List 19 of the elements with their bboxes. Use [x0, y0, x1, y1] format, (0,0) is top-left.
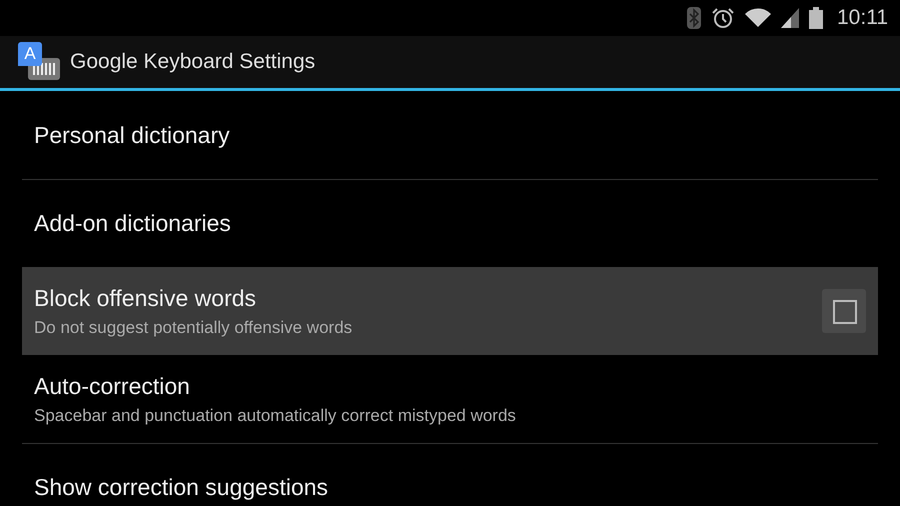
clock-time: 10:11 — [837, 6, 888, 30]
setting-title: Add-on dictionaries — [34, 210, 232, 237]
settings-item[interactable]: Auto-correction Spacebar and punctuation automatically correct mistyped words — [22, 355, 878, 443]
alarm-clock-icon — [711, 7, 735, 29]
setting-title: Personal dictionary — [34, 122, 231, 148]
battery-icon — [809, 7, 823, 29]
checkbox[interactable] — [822, 289, 866, 333]
screen-title: Google Keyboard Settings — [70, 50, 316, 74]
setting-title: Show correction suggestions — [34, 474, 330, 501]
setting-summary: Do not suggest potentially offensive words — [34, 318, 354, 338]
setting-title: Auto-correction — [34, 372, 191, 400]
settings-item[interactable]: Block offensive words Do not suggest potentially offensive words — [22, 267, 878, 355]
setting-summary: Spacebar and punctuation automatically correct mistyped words — [34, 406, 517, 426]
settings-item[interactable]: Show correction suggestions — [22, 443, 878, 506]
bluetooth-icon — [687, 7, 701, 29]
settings-item[interactable]: Personal dictionary — [22, 91, 878, 179]
wifi-icon — [745, 8, 771, 28]
signal-icon — [781, 8, 799, 28]
setting-title: Block offensive words — [34, 284, 258, 312]
